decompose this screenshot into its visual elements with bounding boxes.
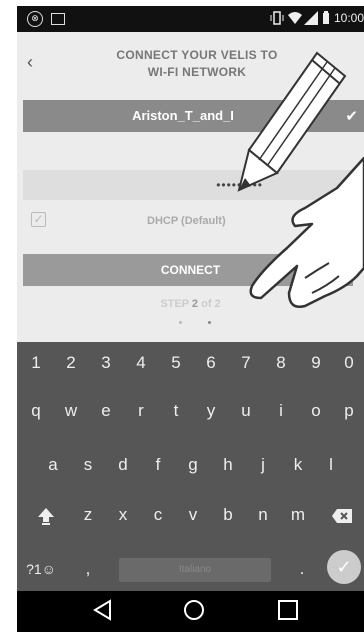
- status-bar: ⊗ 10:00: [17, 6, 364, 32]
- dhcp-label: DHCP (Default): [147, 215, 226, 227]
- key-0[interactable]: 0: [334, 348, 364, 378]
- space-bar[interactable]: Italiano: [119, 558, 271, 582]
- tutorial-hand-pencil-illustration: [237, 51, 364, 308]
- home-nav-icon[interactable]: [183, 599, 205, 621]
- recents-nav-icon[interactable]: [277, 599, 299, 621]
- key-c[interactable]: c: [143, 500, 173, 530]
- key-s[interactable]: s: [73, 450, 103, 480]
- key-l[interactable]: l: [316, 450, 346, 480]
- pointing-hand-icon: [249, 156, 364, 308]
- battery-icon: [323, 11, 329, 24]
- key-u[interactable]: u: [231, 396, 261, 426]
- key-z[interactable]: z: [73, 500, 103, 530]
- notification-icon: ⊗: [27, 11, 43, 27]
- phone-screen: ⊗ 10:00 ‹ CONNECT YOUR VELIS TO WI-FI NE…: [17, 6, 364, 632]
- image-icon: [51, 13, 65, 25]
- enter-key[interactable]: ✓: [327, 550, 361, 584]
- key-6[interactable]: 6: [196, 348, 226, 378]
- key-x[interactable]: x: [108, 500, 138, 530]
- key-9[interactable]: 9: [301, 348, 331, 378]
- key-5[interactable]: 5: [161, 348, 191, 378]
- key-7[interactable]: 7: [231, 348, 261, 378]
- vibrate-icon: [270, 11, 284, 25]
- key-o[interactable]: o: [301, 396, 331, 426]
- key-y[interactable]: y: [196, 396, 226, 426]
- shift-icon: [38, 507, 54, 525]
- symbols-key[interactable]: ?1☺: [21, 554, 61, 584]
- chevron-left-icon: ‹: [27, 52, 33, 72]
- key-n[interactable]: n: [248, 500, 278, 530]
- key-v[interactable]: v: [178, 500, 208, 530]
- key-i[interactable]: i: [266, 396, 296, 426]
- key-h[interactable]: h: [213, 450, 243, 480]
- key-q[interactable]: q: [21, 396, 51, 426]
- key-r[interactable]: r: [126, 396, 156, 426]
- navigation-bar: [17, 591, 364, 632]
- dhcp-checkbox[interactable]: ✓: [31, 212, 46, 227]
- key-m[interactable]: m: [283, 500, 313, 530]
- key-1[interactable]: 1: [21, 348, 51, 378]
- key-p[interactable]: p: [334, 396, 364, 426]
- key-8[interactable]: 8: [266, 348, 296, 378]
- key-a[interactable]: a: [38, 450, 68, 480]
- back-button[interactable]: ‹: [27, 52, 33, 73]
- soft-keyboard: 1 2 3 4 5 6 7 8 9 0 q w e r t y u i o p …: [17, 342, 364, 591]
- check-circle-icon: ✓: [336, 557, 352, 577]
- page-dot: [179, 321, 182, 324]
- key-j[interactable]: j: [248, 450, 278, 480]
- backspace-key[interactable]: [327, 500, 357, 530]
- key-g[interactable]: g: [178, 450, 208, 480]
- comma-key[interactable]: ,: [73, 554, 103, 584]
- key-t[interactable]: t: [161, 396, 191, 426]
- backspace-icon: [332, 508, 352, 523]
- key-e[interactable]: e: [91, 396, 121, 426]
- pencil-icon: [237, 51, 347, 192]
- wifi-setup-screen: ‹ CONNECT YOUR VELIS TO WI-FI NETWORK Ar…: [17, 32, 364, 342]
- step-of: of: [201, 298, 212, 310]
- key-k[interactable]: k: [283, 450, 313, 480]
- key-2[interactable]: 2: [56, 348, 86, 378]
- step-prefix: STEP: [160, 298, 189, 310]
- status-time: 10:00: [333, 11, 364, 25]
- shift-key[interactable]: [31, 500, 61, 530]
- period-key[interactable]: .: [287, 554, 317, 584]
- step-current: 2: [191, 298, 199, 310]
- key-d[interactable]: d: [108, 450, 138, 480]
- back-nav-icon[interactable]: [93, 599, 113, 621]
- key-w[interactable]: w: [56, 396, 86, 426]
- key-b[interactable]: b: [213, 500, 243, 530]
- key-4[interactable]: 4: [126, 348, 156, 378]
- key-f[interactable]: f: [143, 450, 173, 480]
- signal-icon: [304, 11, 318, 25]
- page-dot-active: [208, 321, 211, 324]
- key-3[interactable]: 3: [91, 348, 121, 378]
- wifi-icon: [288, 12, 302, 24]
